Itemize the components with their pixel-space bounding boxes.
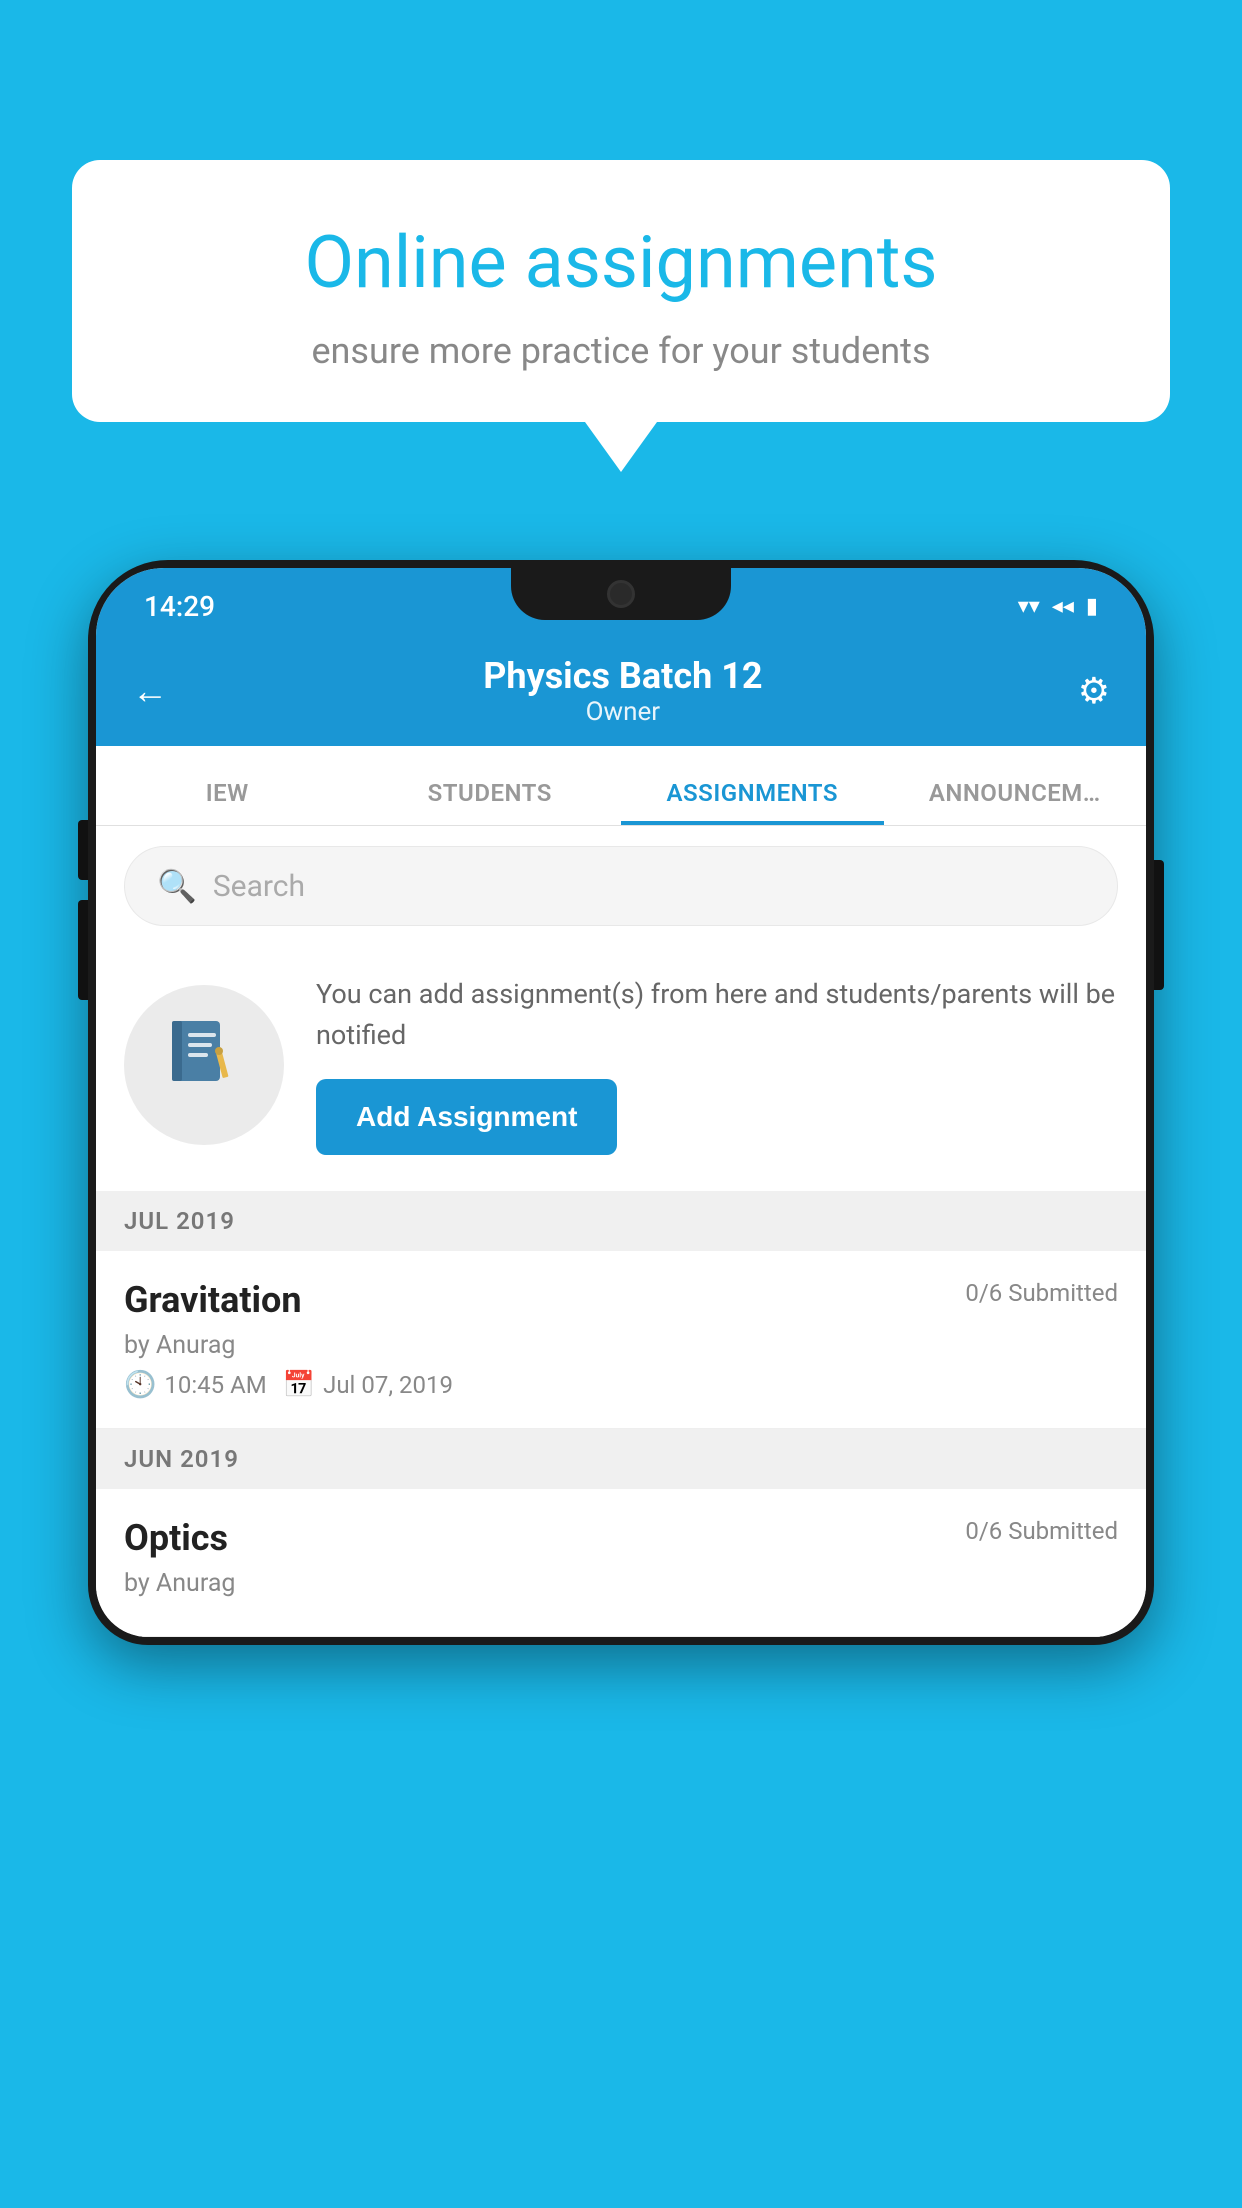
search-bar[interactable]: 🔍 Search bbox=[124, 846, 1118, 926]
assignment-time-date: 🕙 10:45 AM 📅 Jul 07, 2019 bbox=[124, 1370, 1118, 1400]
date-entry: 📅 Jul 07, 2019 bbox=[283, 1370, 453, 1400]
speech-bubble-card: Online assignments ensure more practice … bbox=[72, 160, 1170, 422]
bubble-title: Online assignments bbox=[142, 220, 1100, 306]
clock-icon: 🕙 bbox=[124, 1370, 156, 1400]
assignment-optics-author: by Anurag bbox=[124, 1569, 1118, 1598]
section-jul-2019: JUL 2019 bbox=[96, 1191, 1146, 1251]
search-icon: 🔍 bbox=[157, 867, 197, 905]
back-button[interactable]: ← bbox=[132, 670, 168, 712]
assignment-optics-title: Optics bbox=[124, 1517, 228, 1559]
app-header: ← Physics Batch 12 Owner ⚙ bbox=[96, 636, 1146, 746]
add-assignment-section: You can add assignment(s) from here and … bbox=[96, 946, 1146, 1191]
bubble-subtitle: ensure more practice for your students bbox=[142, 330, 1100, 372]
header-subtitle: Owner bbox=[483, 697, 762, 727]
tab-assignments[interactable]: ASSIGNMENTS bbox=[621, 779, 884, 825]
search-container: 🔍 Search bbox=[96, 826, 1146, 946]
add-assignment-description: You can add assignment(s) from here and … bbox=[316, 974, 1118, 1055]
tabs-bar: IEW STUDENTS ASSIGNMENTS ANNOUNCEM… bbox=[96, 746, 1146, 826]
phone-frame: 14:29 ▾▾ ◂◂ ▮ ← Physics Batch 12 Owner ⚙… bbox=[88, 560, 1154, 1645]
phone-device: 14:29 ▾▾ ◂◂ ▮ ← Physics Batch 12 Owner ⚙… bbox=[88, 560, 1154, 2208]
phone-screen: 14:29 ▾▾ ◂◂ ▮ ← Physics Batch 12 Owner ⚙… bbox=[96, 568, 1146, 1637]
assignment-optics-submitted: 0/6 Submitted bbox=[965, 1517, 1118, 1545]
tab-announcements[interactable]: ANNOUNCEM… bbox=[884, 779, 1147, 825]
header-title: Physics Batch 12 bbox=[483, 655, 762, 697]
volume-down-button bbox=[78, 900, 88, 1000]
tab-students[interactable]: STUDENTS bbox=[359, 779, 622, 825]
assignment-title: Gravitation bbox=[124, 1279, 302, 1321]
screen-content: 🔍 Search bbox=[96, 826, 1146, 1637]
assignment-optics-header: Optics 0/6 Submitted bbox=[124, 1517, 1118, 1559]
assignment-header: Gravitation 0/6 Submitted bbox=[124, 1279, 1118, 1321]
add-assignment-button[interactable]: Add Assignment bbox=[316, 1079, 617, 1155]
volume-up-button bbox=[78, 820, 88, 880]
assignment-item-optics[interactable]: Optics 0/6 Submitted by Anurag bbox=[96, 1489, 1146, 1637]
header-center: Physics Batch 12 Owner bbox=[483, 655, 762, 727]
status-time: 14:29 bbox=[144, 590, 215, 623]
settings-icon[interactable]: ⚙ bbox=[1078, 670, 1110, 712]
assignment-submitted: 0/6 Submitted bbox=[965, 1279, 1118, 1307]
wifi-icon: ▾▾ bbox=[1018, 594, 1040, 619]
assignment-icon-circle bbox=[124, 985, 284, 1145]
add-assignment-content: You can add assignment(s) from here and … bbox=[316, 974, 1118, 1155]
phone-notch bbox=[511, 568, 731, 620]
bubble-arrow bbox=[585, 422, 657, 472]
status-icons: ▾▾ ◂◂ ▮ bbox=[1018, 594, 1098, 619]
speech-bubble-area: Online assignments ensure more practice … bbox=[72, 160, 1170, 472]
tab-iew[interactable]: IEW bbox=[96, 779, 359, 825]
search-input[interactable]: Search bbox=[213, 869, 305, 904]
signal-icon: ◂◂ bbox=[1052, 594, 1074, 619]
assignment-author: by Anurag bbox=[124, 1331, 1118, 1360]
section-jun-2019: JUN 2019 bbox=[96, 1429, 1146, 1489]
notebook-icon bbox=[164, 1015, 244, 1115]
assignment-date: Jul 07, 2019 bbox=[323, 1371, 453, 1399]
assignment-item-gravitation[interactable]: Gravitation 0/6 Submitted by Anurag 🕙 10… bbox=[96, 1251, 1146, 1429]
time-entry: 🕙 10:45 AM bbox=[124, 1370, 267, 1400]
battery-icon: ▮ bbox=[1086, 594, 1098, 619]
power-button bbox=[1154, 860, 1164, 990]
assignment-time: 10:45 AM bbox=[164, 1371, 266, 1399]
front-camera bbox=[607, 580, 635, 608]
calendar-icon: 📅 bbox=[283, 1370, 315, 1400]
